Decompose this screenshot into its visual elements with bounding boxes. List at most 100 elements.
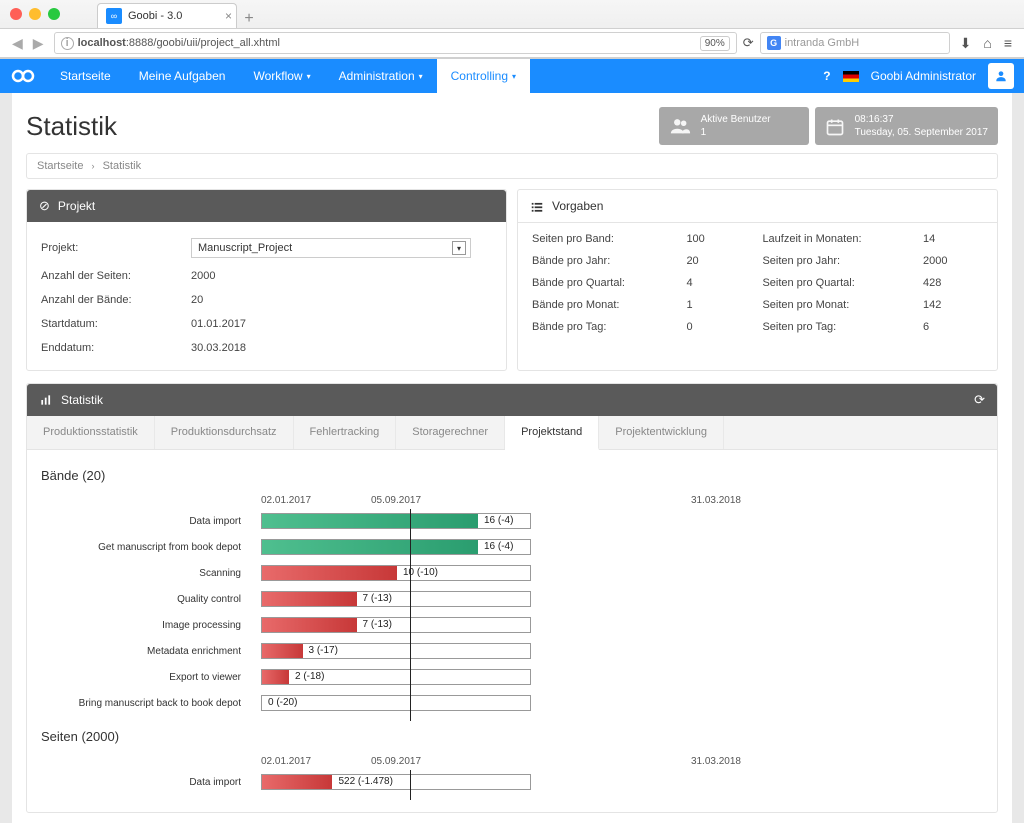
chart-bar-value: 522 (-1.478) <box>338 776 392 787</box>
browser-tab[interactable]: ∞ Goobi - 3.0 × <box>97 3 237 28</box>
projekt-label: Projekt: <box>41 242 191 254</box>
chart-icon <box>39 393 53 408</box>
site-info-icon[interactable]: i <box>61 37 74 50</box>
chart-row-label: Data import <box>41 777 251 788</box>
chevron-down-icon: ▾ <box>307 72 311 81</box>
field-value: 30.03.2018 <box>191 342 246 354</box>
home-icon[interactable]: ⌂ <box>983 35 991 52</box>
chart-bar-track: 16 (-4) <box>261 539 531 555</box>
chart-row-label: Data import <box>41 516 251 527</box>
chart-bar-value: 7 (-13) <box>363 593 392 604</box>
back-button[interactable]: ◀ <box>12 35 23 52</box>
user-avatar-icon[interactable] <box>988 63 1014 89</box>
field-value: 20 <box>191 294 203 306</box>
chart-row-label: Scanning <box>41 568 251 579</box>
vorgaben-label: Bände pro Jahr: <box>532 255 670 267</box>
address-bar[interactable]: i localhost :8888/goobi/uii/project_all.… <box>54 32 737 54</box>
chart-bar-value: 2 (-18) <box>295 671 324 682</box>
chart-row: Image processing 7 (-13) <box>261 617 531 633</box>
app-topnav: Startseite Meine Aufgaben Workflow▾ Admi… <box>0 59 1024 93</box>
breadcrumb-separator-icon: › <box>92 161 95 171</box>
chart-date-start: 02.01.2017 <box>261 495 311 506</box>
chart-bar-value: 16 (-4) <box>484 541 513 552</box>
browser-search-box[interactable]: G intranda GmbH <box>760 32 950 54</box>
current-time: 08:16:37 <box>855 113 988 126</box>
search-placeholder: intranda GmbH <box>785 37 860 49</box>
chart-bar-value: 16 (-4) <box>484 515 513 526</box>
baende-chart: 02.01.2017 05.09.2017 31.03.2018 Data im… <box>41 495 983 711</box>
vorgaben-label: Seiten pro Jahr: <box>762 255 907 267</box>
chart-today-marker <box>410 509 411 721</box>
breadcrumb-home[interactable]: Startseite <box>37 160 83 172</box>
chart-row-label: Metadata enrichment <box>41 646 251 657</box>
flag-de-icon[interactable] <box>843 71 859 82</box>
main-nav: Startseite Meine Aufgaben Workflow▾ Admi… <box>46 59 530 93</box>
widget-active-users: Aktive Benutzer 1 <box>659 107 809 145</box>
chart-row: Bring manuscript back to book depot 0 (-… <box>261 695 531 711</box>
chart-bar-value: 10 (-10) <box>403 567 438 578</box>
vorgaben-value: 20 <box>686 255 746 267</box>
chart-bar-fill <box>262 644 303 658</box>
breadcrumb-current: Statistik <box>103 160 142 172</box>
vorgaben-grid: Seiten pro Band: 100 Laufzeit in Monaten… <box>532 233 983 333</box>
list-icon <box>530 198 544 214</box>
download-icon[interactable]: ⬇ <box>960 35 972 52</box>
menu-icon[interactable]: ≡ <box>1004 35 1012 52</box>
vorgaben-label: Bände pro Tag: <box>532 321 670 333</box>
maximize-window-button[interactable] <box>48 8 60 20</box>
app-logo[interactable] <box>0 59 46 93</box>
stat-tab[interactable]: Projektentwicklung <box>599 416 724 449</box>
stat-tab[interactable]: Produktionsdurchsatz <box>155 416 294 449</box>
nav-workflow[interactable]: Workflow▾ <box>239 59 324 93</box>
stat-tab[interactable]: Projektstand <box>505 416 599 450</box>
forward-button[interactable]: ▶ <box>33 35 44 52</box>
forbidden-icon: ⊘ <box>39 198 50 214</box>
tab-close-icon[interactable]: × <box>225 9 232 23</box>
active-users-count: 1 <box>701 126 771 139</box>
seiten-chart: 02.01.2017 05.09.2017 31.03.2018 Data im… <box>41 756 983 790</box>
reload-button[interactable]: ⟳ <box>743 35 754 51</box>
seiten-section-title: Seiten (2000) <box>41 729 983 744</box>
chart-bar-fill <box>262 540 478 554</box>
stat-tab[interactable]: Fehlertracking <box>294 416 397 449</box>
stat-tab[interactable]: Storagerechner <box>396 416 505 449</box>
vorgaben-label: Bände pro Monat: <box>532 299 670 311</box>
vorgaben-label: Laufzeit in Monaten: <box>762 233 907 245</box>
chart-row: Data import 16 (-4) <box>261 513 531 529</box>
chart-row-label: Get manuscript from book depot <box>41 542 251 553</box>
nav-controlling[interactable]: Controlling▾ <box>437 59 530 93</box>
chart-bar-fill <box>262 592 357 606</box>
new-tab-button[interactable]: + <box>237 10 261 28</box>
chart-bar-fill <box>262 775 332 789</box>
minimize-window-button[interactable] <box>29 8 41 20</box>
help-link[interactable]: ? <box>823 69 830 83</box>
vorgaben-label: Seiten pro Band: <box>532 233 670 245</box>
stat-tabs: ProduktionsstatistikProduktionsdurchsatz… <box>27 416 997 450</box>
vorgaben-value: 142 <box>923 299 983 311</box>
refresh-button[interactable]: ⟳ <box>974 392 985 408</box>
close-window-button[interactable] <box>10 8 22 20</box>
user-name[interactable]: Goobi Administrator <box>871 69 976 83</box>
chart-bar-fill <box>262 514 478 528</box>
chart-bar-track: 7 (-13) <box>261 591 531 607</box>
chevron-down-icon: ▾ <box>419 72 423 81</box>
chart-bar-fill <box>262 670 289 684</box>
vorgaben-label: Seiten pro Monat: <box>762 299 907 311</box>
projekt-select[interactable]: Manuscript_Project ▾ <box>191 238 471 258</box>
chart-date-end: 31.03.2018 <box>691 495 741 506</box>
chart-bar-track: 16 (-4) <box>261 513 531 529</box>
vorgaben-label: Bände pro Quartal: <box>532 277 670 289</box>
chart-bar-track: 3 (-17) <box>261 643 531 659</box>
field-label: Startdatum: <box>41 318 191 330</box>
zoom-badge[interactable]: 90% <box>700 36 730 51</box>
chart-date-end: 31.03.2018 <box>691 756 741 767</box>
nav-startseite[interactable]: Startseite <box>46 59 125 93</box>
tab-title: Goobi - 3.0 <box>128 10 182 22</box>
stat-tab[interactable]: Produktionsstatistik <box>27 416 155 449</box>
breadcrumb: Startseite › Statistik <box>26 153 998 179</box>
nav-administration[interactable]: Administration▾ <box>325 59 437 93</box>
browser-chrome: ∞ Goobi - 3.0 × + ◀ ▶ i localhost :8888/… <box>0 0 1024 59</box>
vorgaben-value: 0 <box>686 321 746 333</box>
nav-meine-aufgaben[interactable]: Meine Aufgaben <box>125 59 240 93</box>
chart-bar-fill <box>262 618 357 632</box>
